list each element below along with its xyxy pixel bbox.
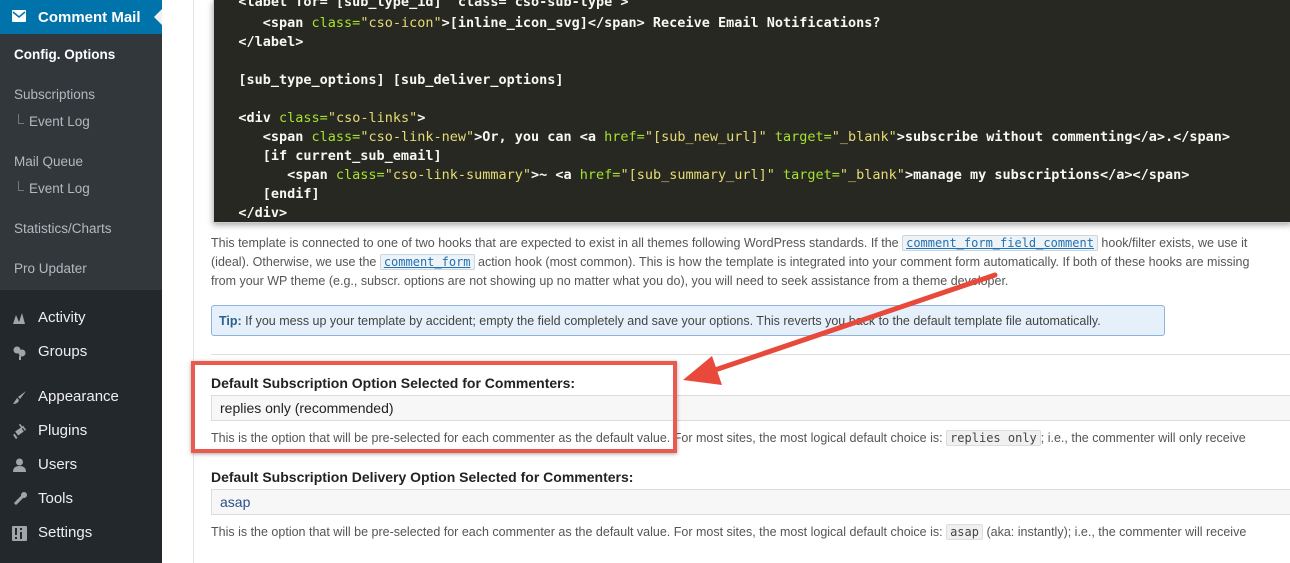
code-line: </div> — [214, 205, 288, 221]
code-line: <div class="cso-links"> — [214, 110, 426, 126]
submenu-mail-queue[interactable]: Mail Queue — [0, 154, 162, 169]
sidebar-item-groups[interactable]: Groups — [0, 343, 162, 360]
code-line: </label> — [214, 34, 304, 50]
tip-text: If you mess up your template by accident… — [241, 314, 1101, 328]
appearance-icon — [13, 391, 26, 404]
tools-icon — [14, 492, 27, 505]
plugins-icon — [13, 423, 27, 440]
settings-icon — [12, 526, 27, 541]
comment-mail-submenu: Config. Options Subscriptions Event Log … — [0, 34, 162, 290]
sidebar-item-label: Settings — [38, 524, 93, 541]
submenu-statistics-charts[interactable]: Statistics/Charts — [0, 221, 162, 236]
submenu-config-options[interactable]: Config. Options — [0, 47, 162, 62]
template-description-line-3: from your WP theme (e.g., subscr. option… — [211, 274, 1009, 288]
code-line: <span class="cso-link-new">Or, you can <… — [214, 129, 1231, 145]
code-line: <label for="[sub_type_id]" class="cso-su… — [214, 0, 629, 10]
tip-notice: Tip: If you mess up your template by acc… — [211, 305, 1165, 336]
section-divider — [211, 354, 1290, 355]
tip-label: Tip: — [219, 314, 242, 328]
sidebar-item-settings[interactable]: Settings — [0, 524, 162, 541]
sidebar-item-label: Tools — [38, 490, 74, 507]
sidebar-item-tools[interactable]: Tools — [0, 490, 162, 507]
code-line: [sub_type_options] [sub_deliver_options] — [214, 72, 564, 88]
hook-link-comment-form-field-comment[interactable]: comment_form_field_comment — [902, 235, 1098, 251]
template-description-line-1: This template is connected to one of two… — [211, 235, 1248, 251]
default-delivery-option-label: Default Subscription Delivery Option Sel… — [211, 469, 634, 485]
code-line: [endif] — [214, 186, 320, 202]
groups-icon — [13, 346, 26, 360]
mail-icon — [12, 10, 26, 22]
submenu-pro-updater[interactable]: Pro Updater — [0, 261, 162, 276]
code-line: [if current_sub_email] — [214, 148, 442, 164]
default-delivery-option-description: This is the option that will be pre-sele… — [211, 524, 1247, 540]
sidebar-item-label: Users — [38, 456, 78, 473]
sidebar-item-users[interactable]: Users — [0, 456, 162, 473]
sidebar-item-plugins[interactable]: Plugins — [0, 422, 162, 440]
sidebar-item-label: Activity — [38, 309, 86, 326]
sidebar-item-label: Plugins — [38, 422, 88, 439]
code-line: <span class="cso-link-summary">~ <a href… — [214, 167, 1190, 183]
annotation-highlight-box — [191, 361, 677, 453]
hook-link-comment-form[interactable]: comment_form — [379, 254, 475, 270]
activity-icon — [13, 313, 25, 324]
submenu-subscriptions[interactable]: Subscriptions — [0, 87, 162, 102]
sidebar-item-appearance[interactable]: Appearance — [0, 388, 162, 405]
sidebar-item-comment-mail[interactable]: Comment Mail — [0, 0, 162, 34]
users-icon — [13, 458, 26, 472]
sidebar-item-label: Appearance — [38, 388, 119, 405]
template-code-editor[interactable]: <label for="[sub_type_id]" class="cso-su… — [213, 0, 1290, 223]
submenu-mail-queue-event-log[interactable]: Event Log — [0, 181, 162, 196]
current-menu-arrow — [154, 9, 162, 25]
template-description-line-2: (ideal). Otherwise, we use the comment_f… — [211, 254, 1250, 270]
submenu-subscriptions-event-log[interactable]: Event Log — [0, 114, 162, 129]
code-line: <span class="cso-icon">[inline_icon_svg]… — [214, 15, 881, 31]
sidebar-header-label: Comment Mail — [38, 9, 141, 26]
admin-sidebar: Comment Mail Config. Options Subscriptio… — [0, 0, 162, 563]
default-delivery-option-select[interactable]: asap — [211, 489, 1290, 515]
sidebar-item-label: Groups — [38, 343, 88, 360]
sidebar-item-activity[interactable]: Activity — [0, 309, 162, 326]
